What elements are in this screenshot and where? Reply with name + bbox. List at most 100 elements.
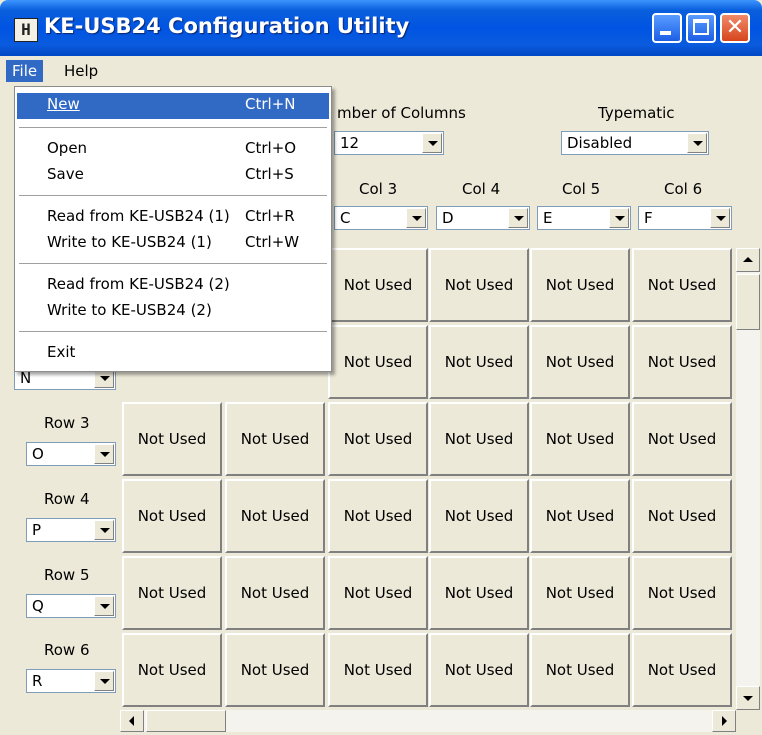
vertical-scrollbar[interactable]: [736, 248, 760, 710]
key-cell[interactable]: Not Used: [632, 402, 732, 476]
col-header-label: Col 5: [562, 180, 601, 198]
maximize-icon: [693, 19, 709, 35]
chevron-down-icon[interactable]: [710, 208, 730, 228]
col-key-select[interactable]: C: [334, 206, 428, 230]
key-cell[interactable]: Not Used: [429, 556, 529, 630]
menu-item-read-ke-usb24-1[interactable]: Read from KE-USB24 (1) Ctrl+R: [17, 205, 329, 231]
key-cell[interactable]: Not Used: [122, 556, 222, 630]
menu-item-write-ke-usb24-1[interactable]: Write to KE-USB24 (1) Ctrl+W: [17, 231, 329, 257]
menu-item-write-ke-usb24-2[interactable]: Write to KE-USB24 (2): [17, 299, 329, 325]
col-key-value: D: [442, 209, 454, 227]
scroll-down-button[interactable]: [736, 686, 760, 710]
key-cell[interactable]: Not Used: [632, 633, 732, 707]
columns-count-select[interactable]: 12: [334, 131, 444, 155]
key-cell[interactable]: Not Used: [530, 479, 630, 553]
menu-bar: File Help: [0, 56, 762, 86]
row-key-select[interactable]: R: [26, 669, 116, 693]
key-cell[interactable]: Not Used: [328, 633, 428, 707]
row-key-value: R: [32, 672, 43, 690]
row-key-value: P: [32, 521, 42, 539]
col-key-value: C: [340, 209, 351, 227]
app-icon[interactable]: H: [14, 18, 38, 42]
chevron-down-icon[interactable]: [94, 444, 114, 464]
key-cell[interactable]: Not Used: [328, 402, 428, 476]
key-cell[interactable]: Not Used: [530, 633, 630, 707]
chevron-down-icon[interactable]: [406, 208, 426, 228]
chevron-down-icon[interactable]: [94, 671, 114, 691]
key-cell[interactable]: Not Used: [429, 633, 529, 707]
col-key-select[interactable]: E: [537, 206, 631, 230]
menu-item-shortcut: Ctrl+R: [245, 207, 295, 225]
menu-item-read-ke-usb24-2[interactable]: Read from KE-USB24 (2): [17, 273, 329, 299]
key-cell[interactable]: Not Used: [530, 248, 630, 322]
key-cell[interactable]: Not Used: [530, 402, 630, 476]
key-cell[interactable]: Not Used: [122, 402, 222, 476]
key-cell[interactable]: Not Used: [225, 479, 325, 553]
key-cell[interactable]: Not Used: [429, 248, 529, 322]
row-header-label: Row 3: [44, 414, 90, 432]
menu-item-label: Open: [47, 139, 88, 157]
key-cell[interactable]: Not Used: [632, 556, 732, 630]
menu-item-save[interactable]: Save Ctrl+S: [17, 163, 329, 189]
row-header-label: Row 4: [44, 490, 90, 508]
maximize-button[interactable]: [686, 13, 716, 43]
menu-help[interactable]: Help: [58, 60, 104, 82]
row-key-select[interactable]: Q: [26, 594, 116, 618]
key-cell[interactable]: Not Used: [530, 325, 630, 399]
chevron-down-icon[interactable]: [94, 596, 114, 616]
row-key-select[interactable]: P: [26, 518, 116, 542]
typematic-select[interactable]: Disabled: [561, 131, 709, 155]
key-cell[interactable]: Not Used: [429, 402, 529, 476]
key-cell[interactable]: Not Used: [530, 556, 630, 630]
menu-item-open[interactable]: Open Ctrl+O: [17, 137, 329, 163]
close-button[interactable]: ✕: [720, 13, 750, 43]
key-cell[interactable]: Not Used: [225, 402, 325, 476]
arrow-down-icon: [743, 696, 753, 701]
chevron-down-icon[interactable]: [687, 133, 707, 153]
key-cell[interactable]: Not Used: [122, 633, 222, 707]
col-key-select[interactable]: D: [436, 206, 530, 230]
menu-file[interactable]: File: [6, 60, 44, 82]
menu-item-shortcut: Ctrl+O: [245, 139, 297, 157]
key-cell[interactable]: Not Used: [429, 325, 529, 399]
columns-count-value: 12: [340, 134, 360, 152]
key-cell[interactable]: Not Used: [328, 479, 428, 553]
col-key-select[interactable]: F: [638, 206, 732, 230]
menu-item-shortcut: Ctrl+N: [245, 95, 296, 113]
key-cell[interactable]: Not Used: [429, 479, 529, 553]
typematic-value: Disabled: [567, 134, 633, 152]
arrow-up-icon: [743, 257, 753, 262]
col-header-label: Col 6: [664, 180, 703, 198]
minimize-button[interactable]: [652, 13, 682, 43]
key-cell[interactable]: Not Used: [225, 556, 325, 630]
key-cell[interactable]: Not Used: [328, 556, 428, 630]
key-cell[interactable]: Not Used: [225, 633, 325, 707]
horizontal-scroll-thumb[interactable]: [146, 710, 226, 732]
file-menu-dropdown: New Ctrl+N Open Ctrl+O Save Ctrl+S Read …: [14, 86, 332, 372]
scroll-right-button[interactable]: [712, 710, 736, 732]
title-bar[interactable]: H KE-USB24 Configuration Utility ✕: [0, 0, 762, 56]
key-cell[interactable]: Not Used: [632, 479, 732, 553]
key-cell[interactable]: Not Used: [328, 248, 428, 322]
scroll-left-button[interactable]: [120, 710, 144, 732]
chevron-down-icon[interactable]: [94, 520, 114, 540]
key-cell[interactable]: Not Used: [632, 248, 732, 322]
key-cell[interactable]: Not Used: [632, 325, 732, 399]
row-key-select[interactable]: O: [26, 442, 116, 466]
menu-item-exit[interactable]: Exit: [17, 341, 329, 367]
vertical-scroll-thumb[interactable]: [736, 274, 760, 330]
horizontal-scrollbar[interactable]: [120, 710, 736, 732]
key-cell[interactable]: Not Used: [122, 479, 222, 553]
row-header-label: Row 6: [44, 641, 90, 659]
menu-item-label: Read from KE-USB24 (2): [47, 275, 230, 293]
menu-item-shortcut: Ctrl+W: [245, 233, 300, 251]
chevron-down-icon[interactable]: [609, 208, 629, 228]
chevron-down-icon[interactable]: [508, 208, 528, 228]
menu-item-new[interactable]: New Ctrl+N: [17, 93, 329, 119]
chevron-down-icon[interactable]: [422, 133, 442, 153]
close-icon: ✕: [725, 15, 745, 40]
menu-separator: [19, 195, 327, 196]
key-cell[interactable]: Not Used: [328, 325, 428, 399]
scroll-up-button[interactable]: [736, 248, 760, 272]
menu-item-label: New: [47, 95, 80, 113]
